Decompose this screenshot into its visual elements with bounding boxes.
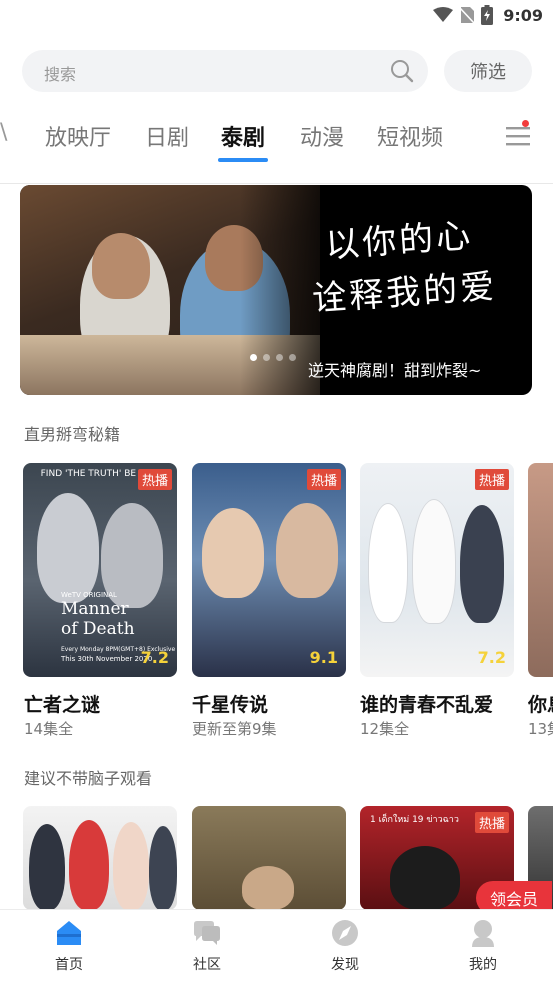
card-subtitle: 13集 — [528, 720, 553, 738]
search-icon[interactable] — [390, 59, 414, 83]
nav-label: 我的 — [469, 957, 497, 973]
nav-item-profile[interactable]: 我的 — [448, 918, 518, 974]
poster-person — [69, 820, 109, 910]
banner-caption: 逆天神腐剧！甜到炸裂~ — [308, 361, 482, 380]
tab-short-video[interactable]: 短视频 — [377, 120, 443, 152]
card-subtitle: 更新至第9集 — [192, 720, 277, 738]
tab-cinema[interactable]: 放映厅 — [45, 120, 111, 152]
nav-label: 发现 — [331, 957, 359, 973]
drama-card-poster[interactable] — [528, 463, 553, 677]
card-subtitle: 14集全 — [24, 720, 74, 738]
status-time: 9:09 — [503, 5, 543, 25]
banner-dot[interactable] — [289, 354, 296, 361]
poster-person — [460, 505, 504, 623]
poster-top-text: 1 เด็กใหม่ 19 ข่าวฉาว — [370, 815, 459, 825]
card-title[interactable]: 千星传说 — [192, 690, 268, 717]
poster-person — [276, 503, 338, 598]
tab-thai-drama[interactable]: 泰剧 — [221, 120, 265, 152]
poster-person — [368, 503, 408, 623]
tab-japanese-drama[interactable]: 日剧 — [145, 120, 189, 152]
category-tabs: \ 放映厅 日剧 泰剧 动漫 短视频 — [0, 110, 553, 162]
hot-badge: 热播 — [474, 469, 509, 490]
drama-card-poster[interactable] — [192, 806, 346, 910]
card-subtitle: 12集全 — [360, 720, 410, 738]
banner-pagination — [250, 354, 296, 361]
active-tab-indicator — [218, 158, 268, 162]
search-placeholder: 搜索 — [44, 65, 77, 84]
bottom-nav: 首页 社区 发现 我的 — [0, 909, 553, 983]
banner-dot[interactable] — [263, 354, 270, 361]
drama-card-poster[interactable]: 热播 9.1 — [192, 463, 346, 677]
wifi-icon — [433, 7, 454, 22]
poster-line-2: This 30th November 2020 — [61, 655, 153, 663]
banner-dot[interactable] — [250, 354, 257, 361]
nav-item-community[interactable]: 社区 — [172, 918, 242, 974]
card-title[interactable]: 你息 — [528, 690, 553, 717]
poster-person — [390, 846, 460, 910]
status-icons: 9:09 — [433, 5, 543, 25]
drama-card-poster[interactable]: 热播 7.2 — [360, 463, 514, 677]
poster-person — [149, 826, 177, 910]
search-input[interactable]: 搜索 — [22, 50, 428, 92]
section-title: 直男掰弯秘籍 — [24, 425, 121, 444]
card-title[interactable]: 亡者之谜 — [24, 690, 100, 717]
no-sim-icon — [459, 7, 475, 24]
hot-badge: 热播 — [137, 469, 172, 490]
tab-anime[interactable]: 动漫 — [300, 120, 344, 152]
poster-person — [113, 822, 149, 910]
hero-banner[interactable]: 以你的心 诠释我的爱 逆天神腐剧！甜到炸裂~ — [20, 185, 532, 395]
section-title: 建议不带脑子观看 — [24, 769, 153, 788]
banner-face-left — [92, 233, 150, 299]
home-icon — [57, 921, 81, 945]
rating-score: 7.2 — [477, 648, 506, 667]
filter-button[interactable]: 筛选 — [444, 50, 532, 92]
nav-item-discover[interactable]: 发现 — [310, 918, 380, 974]
poster-title-2: of Death — [61, 619, 135, 639]
banner-headline-1: 以你的心 — [324, 215, 475, 267]
banner-dot[interactable] — [276, 354, 283, 361]
poster-title-1: Manner — [61, 599, 129, 619]
poster-tag: WeTV ORIGINAL — [61, 591, 117, 599]
battery-icon — [481, 5, 494, 25]
community-icon — [194, 921, 220, 945]
drama-card-poster[interactable] — [23, 806, 177, 910]
tabs-divider — [0, 183, 553, 184]
status-bar: 9:09 — [0, 0, 553, 32]
rating-score: 7.2 — [140, 648, 169, 667]
nav-label: 社区 — [193, 957, 221, 973]
nav-item-home[interactable]: 首页 — [34, 918, 104, 974]
nav-label: 首页 — [55, 957, 83, 973]
poster-person — [242, 866, 294, 910]
hot-badge: 热播 — [306, 469, 341, 490]
hot-badge: 热播 — [474, 812, 509, 833]
drama-card-poster[interactable]: FIND 'THE TRUTH' BE 'THE WeTV ORIGINAL M… — [23, 463, 177, 677]
menu-icon[interactable] — [504, 122, 532, 150]
poster-person — [29, 824, 65, 910]
tab-partial-prev[interactable]: \ — [0, 120, 14, 145]
poster-person — [412, 499, 456, 624]
discover-icon — [332, 920, 358, 946]
notification-dot — [522, 120, 529, 127]
rating-score: 9.1 — [309, 648, 338, 667]
card-title[interactable]: 谁的青春不乱爱 — [360, 690, 493, 717]
profile-icon — [472, 920, 494, 947]
poster-person — [202, 508, 264, 598]
poster-person — [37, 493, 99, 603]
